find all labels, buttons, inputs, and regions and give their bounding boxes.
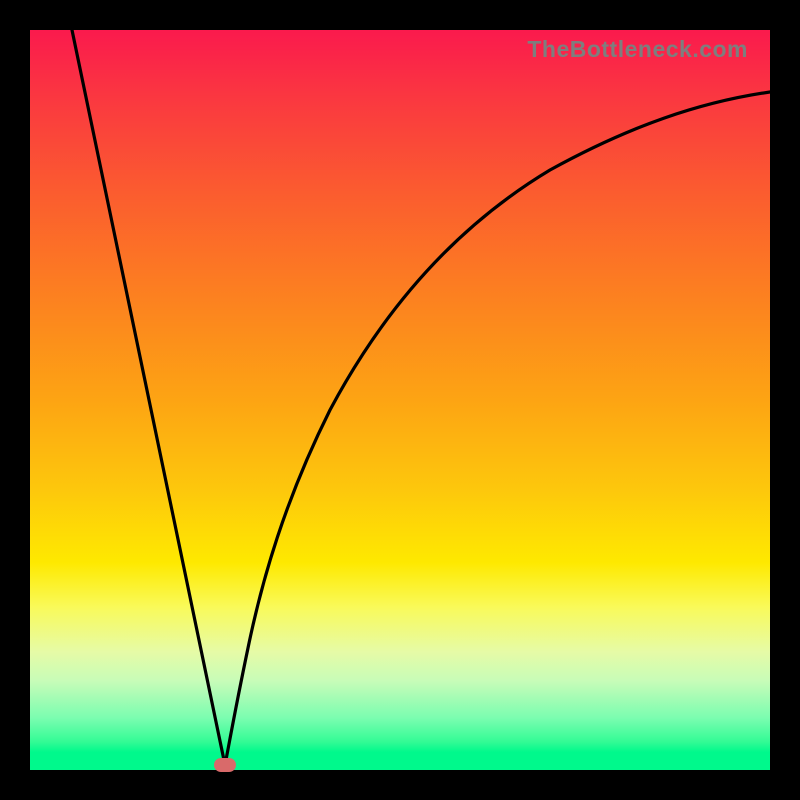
curve-right-segment bbox=[225, 92, 770, 765]
bottleneck-curve bbox=[30, 30, 770, 770]
optimum-marker bbox=[214, 758, 236, 772]
curve-left-segment bbox=[72, 30, 225, 765]
chart-frame: TheBottleneck.com bbox=[0, 0, 800, 800]
plot-area: TheBottleneck.com bbox=[30, 30, 770, 770]
